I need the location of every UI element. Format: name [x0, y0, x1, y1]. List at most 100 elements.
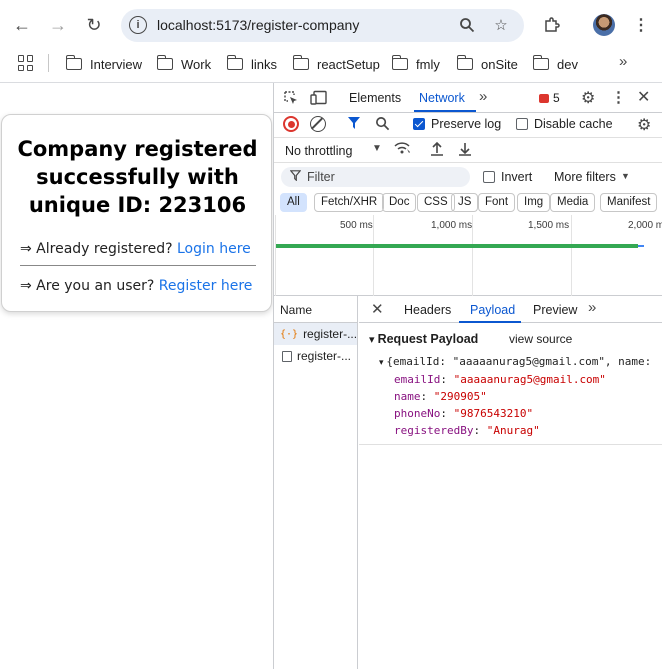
error-count-badge[interactable]: 5: [539, 91, 560, 105]
request-row[interactable]: {·} register-...: [274, 323, 357, 345]
bookmark-star-icon[interactable]: ☆: [491, 15, 511, 35]
type-filter-all[interactable]: All: [280, 193, 307, 212]
filter-funnel-icon[interactable]: [347, 116, 361, 130]
bookmark-dev[interactable]: dev: [532, 55, 578, 73]
forward-arrow-icon[interactable]: →: [46, 12, 70, 38]
preserve-log-checkbox[interactable]: [413, 118, 425, 130]
type-filter-media[interactable]: Media: [550, 193, 596, 212]
filter-input[interactable]: Filter: [281, 167, 470, 187]
register-prompt: ⇒ Are you an user? Register here: [20, 278, 252, 294]
error-icon: [539, 93, 549, 103]
type-filter-img[interactable]: Img: [517, 193, 551, 212]
timeline-gridline: [275, 215, 276, 296]
payload-value: "9876543210": [453, 407, 534, 420]
device-toolbar-icon[interactable]: [310, 89, 328, 107]
bookmark-fmly[interactable]: fmly: [391, 55, 440, 73]
reload-icon[interactable]: ↻: [82, 12, 106, 38]
close-devtools-icon[interactable]: ✕: [637, 87, 650, 107]
clear-log-icon[interactable]: [310, 116, 326, 132]
devtools-tab-bar: Elements Network » 5 ⚙ ⋮ ✕: [274, 83, 662, 113]
site-info-icon[interactable]: i: [129, 16, 147, 34]
bookmark-work[interactable]: Work: [156, 55, 212, 73]
bookmark-label: Interview: [90, 56, 143, 72]
type-filter-css[interactable]: CSS: [417, 193, 455, 212]
more-detail-tabs-chevron-icon[interactable]: »: [588, 299, 596, 316]
timeline-tick: 1,500 ms: [528, 220, 570, 231]
address-bar[interactable]: i localhost:5173/register-company ☆: [121, 9, 524, 42]
more-bookmarks-chevron-icon[interactable]: »: [619, 53, 627, 70]
apps-grid-icon[interactable]: [18, 55, 34, 71]
bookmark-onsite[interactable]: onSite: [456, 55, 518, 73]
tab-network[interactable]: Network: [419, 91, 465, 105]
network-settings-gear-icon[interactable]: ⚙: [637, 115, 651, 135]
tab-preview[interactable]: Preview: [533, 303, 577, 317]
tab-headers[interactable]: Headers: [404, 303, 451, 317]
network-conditions-wifi-icon[interactable]: [393, 141, 411, 155]
payload-field: name: "290905": [394, 390, 487, 403]
register-prompt-text: ⇒ Are you an user?: [20, 278, 155, 294]
settings-gear-icon[interactable]: ⚙: [581, 88, 595, 108]
more-filters-caret-icon[interactable]: ▼: [621, 171, 630, 181]
bookmark-interview[interactable]: Interview: [65, 55, 143, 73]
search-icon[interactable]: [375, 116, 390, 131]
back-arrow-icon[interactable]: ←: [10, 12, 34, 38]
tab-elements[interactable]: Elements: [349, 91, 401, 105]
timeline-gridline: [373, 215, 374, 296]
tab-payload[interactable]: Payload: [470, 303, 515, 317]
type-filter-js[interactable]: JS: [451, 193, 479, 212]
request-row[interactable]: register-...: [274, 345, 357, 367]
import-har-icon[interactable]: [430, 141, 444, 157]
payload-object-summary[interactable]: {emailId: "aaaaanurag5@gmail.com", name:…: [379, 355, 659, 368]
name-column-header[interactable]: Name: [274, 296, 357, 323]
login-link[interactable]: Login here: [177, 241, 251, 257]
type-filter-manifest[interactable]: Manifest: [600, 193, 658, 212]
network-timeline-overview[interactable]: 500 ms 1,000 ms 1,500 ms 2,000 m: [274, 215, 662, 296]
timeline-gridline: [571, 215, 572, 296]
payload-field: registeredBy: "Anurag": [394, 424, 540, 437]
folder-icon: [156, 55, 173, 70]
request-payload-title[interactable]: Request Payload: [369, 332, 479, 346]
invert-checkbox[interactable]: [483, 171, 495, 183]
disable-cache-checkbox[interactable]: [516, 118, 528, 130]
bookmark-reactsetup[interactable]: reactSetup: [292, 55, 380, 73]
type-filter-fetch-xhr[interactable]: Fetch/XHR: [314, 193, 385, 212]
throttling-select[interactable]: No throttling: [285, 144, 352, 158]
record-network-icon[interactable]: [283, 116, 299, 132]
payload-summary-text: {emailId: "aaaaanurag5@gmail.com", name:…: [386, 355, 659, 368]
more-tabs-chevron-icon[interactable]: »: [479, 88, 487, 105]
inspect-element-icon[interactable]: [282, 89, 300, 107]
export-har-icon[interactable]: [458, 141, 472, 157]
close-detail-icon[interactable]: ✕: [371, 300, 384, 318]
zoom-search-icon[interactable]: [457, 15, 477, 35]
register-link[interactable]: Register here: [159, 278, 253, 294]
type-filter-doc[interactable]: Doc: [382, 193, 417, 212]
fetch-xhr-icon: {·}: [280, 328, 299, 340]
payload-field: emailId: "aaaaanurag5@gmail.com": [394, 373, 606, 386]
throttling-dropdown-icon[interactable]: ▼: [372, 143, 382, 154]
payload-key: phoneNo: [394, 407, 441, 420]
url-text[interactable]: localhost:5173/register-company: [157, 17, 359, 33]
devtools-menu-icon[interactable]: ⋮: [611, 88, 626, 106]
toolbar-divider: [274, 137, 662, 138]
devtools-panel: Elements Network » 5 ⚙ ⋮ ✕ Preserve log …: [273, 83, 662, 669]
type-filter-font[interactable]: Font: [478, 193, 516, 212]
bookmark-links[interactable]: links: [226, 55, 277, 73]
bookmark-label: Work: [181, 56, 212, 72]
card-divider: [20, 265, 256, 266]
more-filters-dropdown[interactable]: More filters: [554, 170, 616, 184]
timeline-tick: 1,000 ms: [431, 220, 473, 231]
extensions-puzzle-icon[interactable]: [540, 13, 564, 37]
active-tab-indicator: [414, 110, 476, 112]
folder-icon: [456, 55, 473, 70]
kebab-menu-icon[interactable]: ⋮: [629, 13, 653, 37]
registration-success-card: Company registered successfully with uni…: [1, 114, 272, 312]
payload-key: emailId: [394, 373, 441, 386]
profile-avatar[interactable]: [593, 14, 615, 36]
success-heading: Company registered successfully with uni…: [17, 137, 258, 217]
view-source-link[interactable]: view source: [509, 332, 572, 346]
bookmarks-bar: Interview Work links reactSetup fmly onS…: [0, 50, 662, 83]
payload-value: "Anurag": [486, 424, 540, 437]
page-viewport: Company registered successfully with uni…: [0, 83, 273, 669]
request-name: register-...: [297, 349, 352, 363]
request-list: Name {·} register-... register-...: [274, 296, 358, 669]
